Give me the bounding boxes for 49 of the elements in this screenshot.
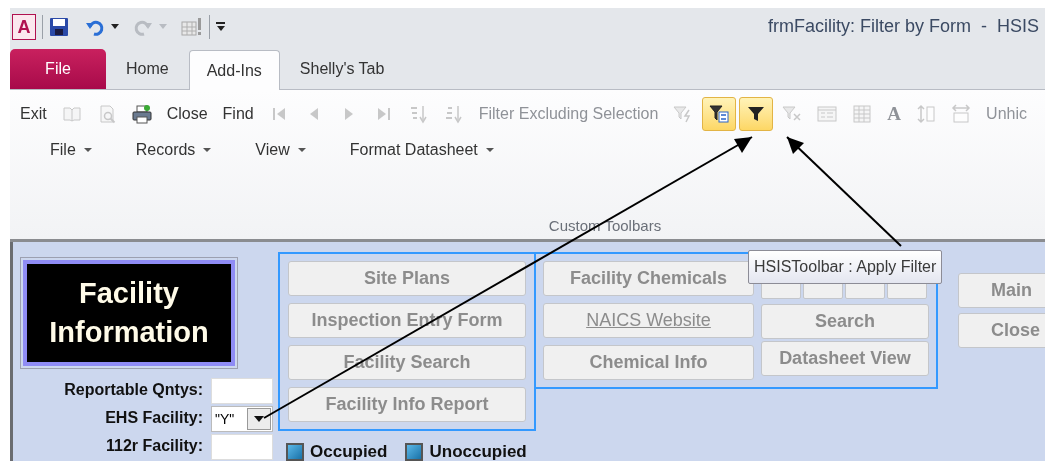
caret-icon xyxy=(83,148,92,152)
combo-value: "Y" xyxy=(215,412,235,426)
form-button[interactable]: Chemical Info xyxy=(543,345,754,380)
caret-icon[interactable] xyxy=(111,24,119,29)
toolbar-button[interactable]: Exit xyxy=(20,102,47,126)
tooltip: HSISToolbar : Apply Filter xyxy=(748,250,943,284)
customize-icon[interactable] xyxy=(216,22,225,31)
filter-icon[interactable] xyxy=(739,97,774,131)
checkbox-label: Occupied xyxy=(310,441,388,461)
toolbar-button[interactable]: Close xyxy=(166,102,208,126)
form-button[interactable]: Search xyxy=(761,304,929,339)
checkbox[interactable] xyxy=(405,442,424,461)
form-button[interactable]: Facility Info Report xyxy=(288,387,526,422)
form-button[interactable]: Close xyxy=(958,313,1045,348)
field-label: 112r Facility: xyxy=(105,436,203,456)
grid-icon[interactable] xyxy=(181,16,203,37)
ribbon-tab[interactable]: Add-Ins xyxy=(188,50,280,90)
link-button[interactable]: NAICS Website xyxy=(543,303,754,338)
filter-form-icon[interactable] xyxy=(702,97,737,131)
form-title: Facility Information xyxy=(23,260,235,366)
caret-icon xyxy=(297,148,306,152)
menu-item[interactable]: Format Datasheet xyxy=(349,138,494,162)
save-icon[interactable] xyxy=(49,16,69,37)
text-field[interactable] xyxy=(211,378,273,404)
field-label: Reportable Qntys: xyxy=(63,380,203,400)
text-field[interactable] xyxy=(211,434,273,460)
caret-icon xyxy=(485,148,494,152)
toolbar-button[interactable]: Find xyxy=(222,102,254,126)
form-button[interactable]: Facility Chemicals xyxy=(543,261,754,296)
printer-icon[interactable] xyxy=(131,104,152,124)
field-label: EHS Facility: xyxy=(104,408,203,428)
form-button[interactable]: Main xyxy=(958,273,1045,308)
caret-icon xyxy=(203,148,212,152)
ribbon-tab[interactable]: Home xyxy=(106,49,189,89)
window-title: frmFacility: Filter by Form - HSIS xyxy=(768,15,1039,38)
dropdown-button[interactable] xyxy=(247,408,271,430)
group-label: Custom Toolbars xyxy=(548,215,662,236)
menu-item[interactable]: Records xyxy=(135,138,212,162)
menu-item[interactable]: View xyxy=(255,138,306,162)
form-button[interactable]: Site Plans xyxy=(288,261,526,296)
checkbox[interactable] xyxy=(286,442,304,461)
combo-box[interactable]: "Y" xyxy=(211,406,273,432)
form-button[interactable]: Datasheet View xyxy=(761,341,929,376)
ribbon-tab[interactable]: Shelly's Tab xyxy=(279,49,405,89)
checkbox-label: Unoccupied xyxy=(429,441,527,461)
caret-icon xyxy=(254,416,264,422)
file-tab[interactable]: File xyxy=(10,49,106,89)
menu-item[interactable]: File xyxy=(50,138,92,162)
app-logo[interactable]: A xyxy=(12,13,36,40)
